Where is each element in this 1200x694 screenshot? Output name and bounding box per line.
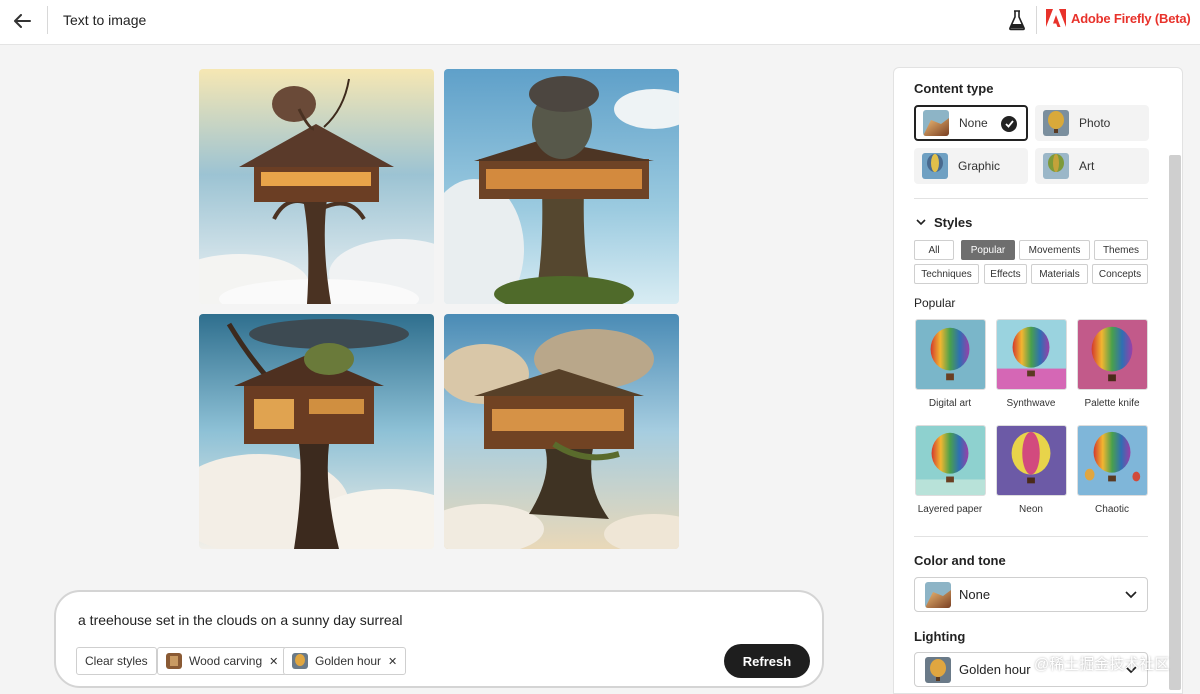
arrow-left-icon <box>14 14 31 28</box>
chevron-down-icon <box>916 219 926 226</box>
panel-divider <box>914 198 1148 199</box>
lighting-title: Lighting <box>914 629 966 644</box>
content-type-photo[interactable]: Photo <box>1035 105 1149 141</box>
chip-label: Golden hour <box>315 654 382 668</box>
graphic-thumb-icon <box>922 153 948 179</box>
content-type-label: Photo <box>1079 116 1111 130</box>
popular-section-title: Popular <box>914 296 956 310</box>
chip-label: Wood carving <box>189 654 263 668</box>
style-chip-golden-hour[interactable]: Golden hour ✕ <box>283 647 407 675</box>
treehouse-image <box>199 314 434 549</box>
chevron-down-icon <box>1125 591 1137 599</box>
back-button[interactable] <box>8 7 36 35</box>
style-label: Layered paper <box>917 504 983 515</box>
page-title: Text to image <box>63 12 147 28</box>
lighting-thumb-icon <box>925 656 951 683</box>
hot-air-balloon-icon <box>916 320 985 389</box>
header-divider <box>47 6 48 34</box>
style-tile-neon[interactable] <box>996 425 1067 496</box>
treehouse-image <box>444 314 679 549</box>
style-label: Synthwave <box>1006 398 1056 409</box>
panel-divider <box>914 536 1148 537</box>
prompt-input[interactable]: a treehouse set in the clouds on a sunny… <box>78 612 403 628</box>
tab-popular[interactable]: Popular <box>961 240 1015 260</box>
generated-image-2[interactable] <box>444 69 679 304</box>
tab-concepts[interactable]: Concepts <box>1092 264 1148 284</box>
remove-chip-icon[interactable]: ✕ <box>388 655 397 668</box>
color-tone-dropdown[interactable]: None <box>914 577 1148 612</box>
adobe-logo-icon <box>1046 9 1066 27</box>
content-type-label: Art <box>1079 159 1095 173</box>
golden-hour-thumb-icon <box>292 653 308 669</box>
refresh-button[interactable]: Refresh <box>724 644 810 678</box>
content-type-art[interactable]: Art <box>1035 148 1149 184</box>
content-type-label: Graphic <box>958 159 1001 173</box>
photo-thumb-icon <box>1043 110 1069 136</box>
prompt-box: a treehouse set in the clouds on a sunny… <box>54 590 824 688</box>
style-chip-wood-carving[interactable]: Wood carving ✕ <box>157 647 288 675</box>
content-type-graphic[interactable]: Graphic <box>914 148 1028 184</box>
art-thumb-icon <box>1043 153 1069 179</box>
brand-name: Adobe Firefly (Beta) <box>1071 10 1191 26</box>
style-label: Digital art <box>928 398 972 409</box>
content-type-label: None <box>959 116 988 130</box>
hot-air-balloon-icon <box>997 426 1066 495</box>
tab-movements[interactable]: Movements <box>1019 240 1090 260</box>
content-type-none[interactable]: None <box>914 105 1028 141</box>
tab-effects[interactable]: Effects <box>984 264 1027 284</box>
remove-chip-icon[interactable]: ✕ <box>269 655 278 668</box>
color-tone-thumb-icon <box>925 581 951 608</box>
generated-image-1[interactable] <box>199 69 434 304</box>
style-label: Palette knife <box>1084 398 1140 409</box>
generated-image-3[interactable] <box>199 314 434 549</box>
treehouse-image <box>199 69 434 304</box>
brand[interactable]: Adobe Firefly (Beta) <box>1046 9 1191 27</box>
lighting-value: Golden hour <box>959 662 1031 677</box>
hot-air-balloon-icon <box>1078 426 1147 495</box>
content-type-title: Content type <box>914 81 994 96</box>
style-tile-synthwave[interactable] <box>996 319 1067 390</box>
none-thumb-icon <box>923 110 949 136</box>
styles-title: Styles <box>934 215 973 230</box>
generated-image-4[interactable] <box>444 314 679 549</box>
hot-air-balloon-icon <box>1078 320 1147 389</box>
header-divider-2 <box>1036 6 1037 34</box>
color-tone-title: Color and tone <box>914 553 1006 568</box>
tab-materials[interactable]: Materials <box>1031 264 1088 284</box>
wood-carving-thumb-icon <box>166 653 182 669</box>
tab-techniques[interactable]: Techniques <box>914 264 979 284</box>
color-tone-value: None <box>959 587 991 602</box>
hot-air-balloon-icon <box>997 320 1066 389</box>
tab-themes[interactable]: Themes <box>1094 240 1148 260</box>
app-header: Text to image Adobe Firefly (Beta) <box>0 0 1200 45</box>
style-tile-chaotic[interactable] <box>1077 425 1148 496</box>
treehouse-image <box>444 69 679 304</box>
style-tile-palette-knife[interactable] <box>1077 319 1148 390</box>
panel-scrollbar[interactable] <box>1169 155 1181 690</box>
tab-all[interactable]: All <box>914 240 954 260</box>
style-tile-layered-paper[interactable] <box>915 425 986 496</box>
style-label: Neon <box>1019 504 1043 515</box>
clear-styles-button[interactable]: Clear styles <box>76 647 157 675</box>
flask-icon[interactable] <box>1007 9 1027 31</box>
hot-air-balloon-icon <box>916 426 985 495</box>
check-icon <box>1001 116 1017 132</box>
watermark: @稀土掘金技术社区 <box>1034 656 1170 673</box>
style-tile-digital-art[interactable] <box>915 319 986 390</box>
style-label: Chaotic <box>1095 504 1129 515</box>
styles-accordion[interactable]: Styles <box>916 215 972 230</box>
clear-styles-label: Clear styles <box>85 654 148 668</box>
